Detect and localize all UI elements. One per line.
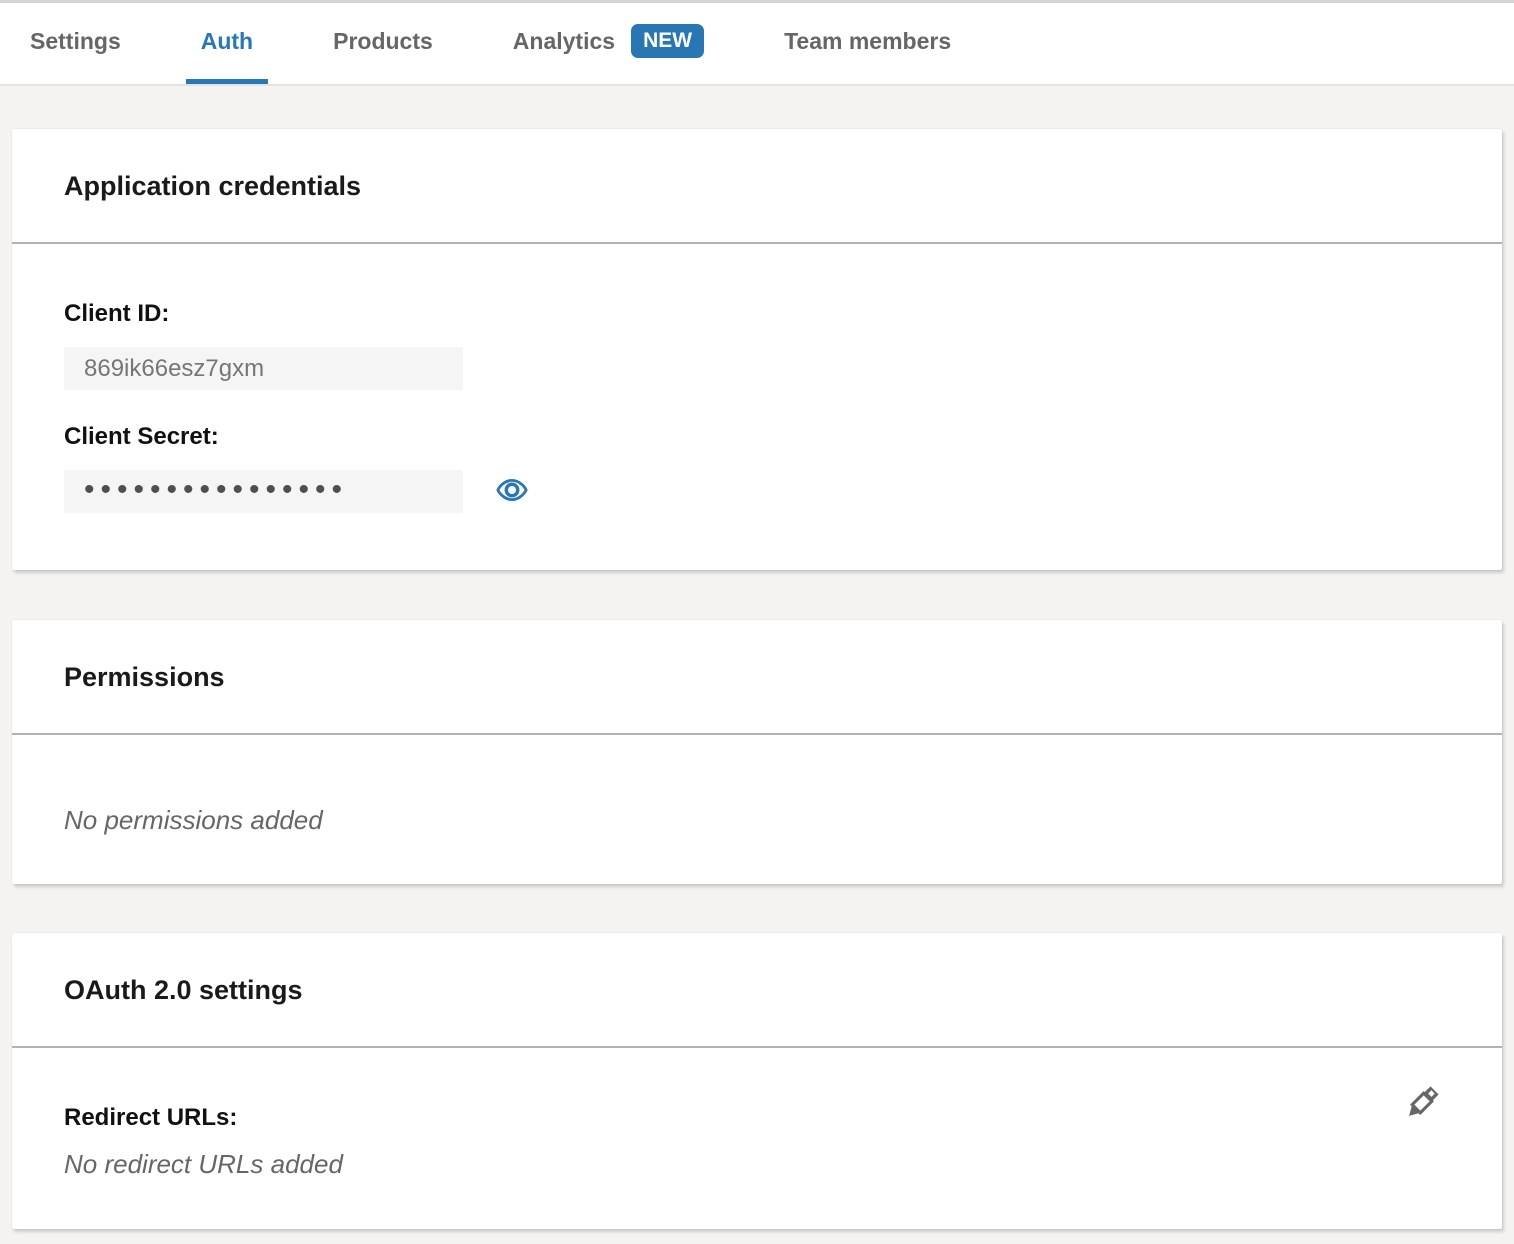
permissions-header: Permissions [12,620,1502,735]
tab-settings[interactable]: Settings [15,3,136,84]
tab-team-members-label: Team members [784,28,951,55]
no-redirect-urls-text: No redirect URLs added [64,1149,1450,1180]
permissions-title: Permissions [64,662,1450,693]
eye-icon [493,474,531,509]
tab-analytics-label: Analytics [513,28,615,55]
oauth-settings-title: OAuth 2.0 settings [64,975,1450,1006]
tab-auth[interactable]: Auth [186,3,268,84]
tab-settings-label: Settings [30,28,121,55]
edit-redirect-urls-button[interactable] [1398,1080,1444,1130]
application-credentials-body: Client ID: 869ik66esz7gxm Client Secret:… [12,244,1502,570]
tab-analytics[interactable]: Analytics NEW [498,3,719,84]
pencil-icon [1398,1079,1444,1132]
redirect-urls-label: Redirect URLs: [64,1104,1450,1132]
tab-products-label: Products [333,28,433,55]
tab-team-members[interactable]: Team members [769,3,966,84]
client-id-value: 869ik66esz7gxm [84,355,264,383]
tab-bar: Settings Auth Products Analytics NEW Tea… [0,0,1514,86]
oauth-settings-body: Redirect URLs: No redirect URLs added [12,1048,1502,1229]
client-id-field[interactable]: 869ik66esz7gxm [64,347,463,390]
tab-products[interactable]: Products [318,3,448,84]
permissions-card: Permissions No permissions added [12,620,1502,884]
no-permissions-text: No permissions added [64,805,1450,836]
client-secret-masked-value: •••••••••••••••• [84,475,348,509]
new-badge: NEW [631,24,704,58]
client-secret-label: Client Secret: [64,423,1450,451]
oauth-settings-header: OAuth 2.0 settings [12,933,1502,1048]
application-credentials-header: Application credentials [12,129,1502,244]
permissions-body: No permissions added [12,735,1502,884]
tab-auth-label: Auth [201,28,253,55]
client-id-label: Client ID: [64,300,1450,328]
client-secret-field[interactable]: •••••••••••••••• [64,470,463,513]
reveal-secret-button[interactable] [493,475,531,509]
application-credentials-title: Application credentials [64,171,1450,202]
application-credentials-card: Application credentials Client ID: 869ik… [12,129,1502,570]
oauth-settings-card: OAuth 2.0 settings Redirect URLs: No red… [12,933,1502,1229]
